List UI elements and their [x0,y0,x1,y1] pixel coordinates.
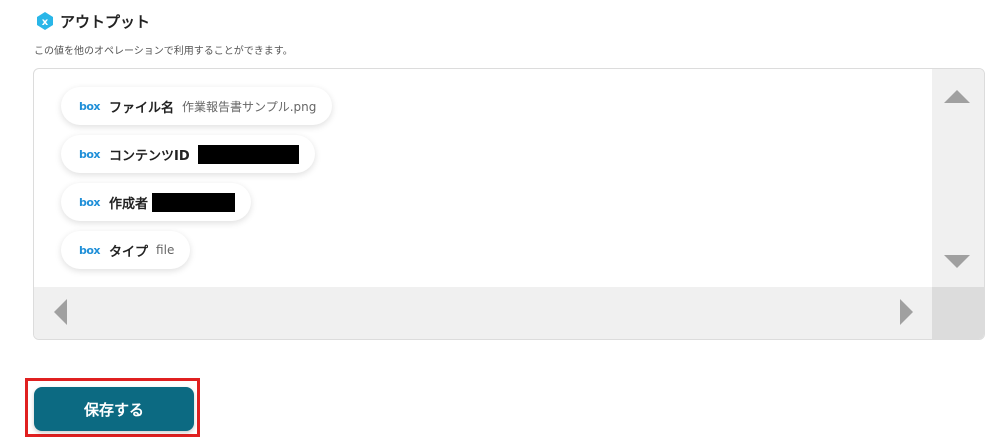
output-label: コンテンツID [109,148,190,164]
scroll-down-arrow-icon[interactable] [944,255,970,268]
output-chip-file-name[interactable]: box ファイル名 作業報告書サンプル.png [61,87,333,125]
output-chip-creator[interactable]: box 作成者 [61,183,252,221]
box-logo-icon: box [79,147,101,161]
box-logo-icon: box [79,243,101,257]
horizontal-scrollbar[interactable] [34,287,932,339]
output-list-panel[interactable]: box ファイル名 作業報告書サンプル.png box コンテンツID box … [33,68,985,340]
output-label: タイプ [109,244,149,260]
save-button[interactable]: 保存する [34,387,194,431]
output-header: x アウトプット [34,10,150,32]
scroll-up-arrow-icon[interactable] [944,90,970,103]
scrollbar-corner [932,287,984,339]
x-variable-icon: x [34,10,56,32]
output-label: ファイル名 [109,100,175,116]
output-chip-type[interactable]: box タイプ file [61,231,191,269]
box-logo-icon: box [79,99,101,113]
box-logo-icon: box [79,195,101,209]
scroll-left-arrow-icon[interactable] [54,299,67,325]
redacted-value [152,192,236,212]
output-chip-content-id[interactable]: box コンテンツID [61,135,315,173]
redacted-value [197,144,299,164]
svg-text:x: x [42,17,49,28]
scroll-right-arrow-icon[interactable] [900,299,913,325]
output-value: 作業報告書サンプル.png [182,99,317,114]
output-label: 作成者 [109,196,149,212]
section-description: この値を他のオペレーションで利用することができます。 [34,46,293,57]
output-value: file [156,243,175,257]
vertical-scrollbar[interactable] [932,69,984,287]
section-title: アウトプット [60,12,151,31]
